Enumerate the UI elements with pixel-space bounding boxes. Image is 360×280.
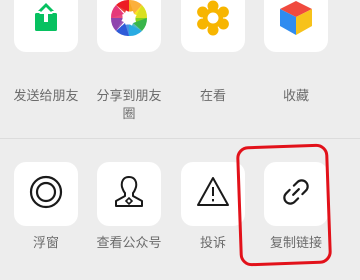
float-window-tile[interactable] bbox=[14, 162, 78, 226]
float-window-label: 浮窗 bbox=[32, 236, 59, 251]
favorites-label: 收藏 bbox=[282, 89, 309, 104]
complain-tile[interactable] bbox=[181, 162, 245, 226]
share-to-friend-tile[interactable] bbox=[14, 0, 78, 52]
wow-label: 在看 bbox=[199, 89, 226, 104]
moments-aperture-icon bbox=[109, 0, 149, 42]
float-window-icon bbox=[28, 174, 64, 214]
red-highlight-annotation bbox=[235, 143, 333, 267]
share-to-moments-label: 分享到朋友圈 bbox=[96, 89, 162, 122]
share-to-moments-tile[interactable] bbox=[97, 0, 161, 52]
favorites-cube-icon bbox=[278, 0, 314, 41]
share-upload-icon bbox=[33, 3, 59, 37]
share-to-friend-label: 发送给朋友 bbox=[13, 89, 79, 104]
view-official-account-tile[interactable] bbox=[97, 162, 161, 226]
view-official-account-label: 查看公众号 bbox=[96, 236, 162, 251]
official-account-icon bbox=[111, 174, 147, 214]
row-divider bbox=[0, 138, 360, 139]
warning-triangle-icon bbox=[195, 175, 231, 213]
wow-tile[interactable] bbox=[181, 0, 245, 52]
wow-flower-icon bbox=[194, 0, 232, 41]
share-action-sheet: 发送给朋友 分享到朋友圈 在看 收藏 浮窗 查看公众号 投诉 复制链接 bbox=[0, 0, 360, 280]
share-row: 发送给朋友 分享到朋友圈 在看 收藏 bbox=[0, 0, 360, 140]
favorites-tile[interactable] bbox=[264, 0, 328, 52]
